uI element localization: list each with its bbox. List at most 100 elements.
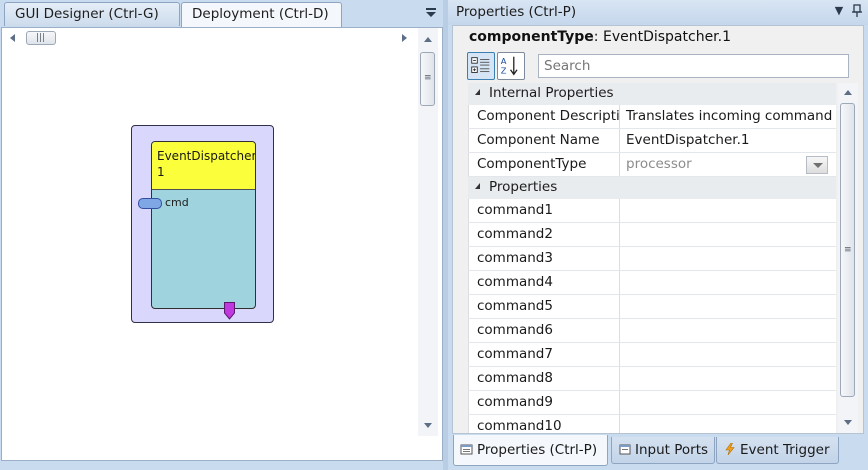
component-title: EventDispatcher. 1 <box>152 142 255 190</box>
scroll-left-arrow-icon[interactable] <box>10 34 15 42</box>
property-name: command7 <box>468 343 620 366</box>
scroll-thumb[interactable]: ≡ <box>420 52 435 106</box>
property-row[interactable]: ComponentType processor <box>468 153 836 177</box>
dropdown-menu-icon[interactable]: ▼ <box>832 4 846 18</box>
property-value[interactable]: EventDispatcher.1 <box>621 129 836 152</box>
property-name: Component Name <box>468 129 620 152</box>
property-name: command9 <box>468 391 620 414</box>
grip-icon: ≡ <box>844 245 852 255</box>
property-row[interactable]: Component Name EventDispatcher.1 <box>468 129 836 153</box>
property-value[interactable]: Translates incoming command <box>621 105 836 128</box>
property-row[interactable]: command7 <box>468 343 836 367</box>
input-port-cmd[interactable] <box>138 198 162 209</box>
property-value[interactable] <box>621 319 836 342</box>
property-row[interactable]: Component Descriptic Translates incoming… <box>468 105 836 129</box>
property-value[interactable] <box>621 367 836 390</box>
property-name: command10 <box>468 415 620 433</box>
tab-label: Properties (Ctrl-P) <box>477 442 598 458</box>
property-grid-vertical-scrollbar[interactable]: ≡ <box>838 83 858 433</box>
tab-input-ports[interactable]: Input Ports <box>611 437 715 464</box>
property-search-input[interactable] <box>538 54 849 78</box>
input-port-label: cmd <box>165 196 189 209</box>
property-value[interactable] <box>621 223 836 246</box>
property-value[interactable] <box>621 199 836 222</box>
property-row[interactable]: command5 <box>468 295 836 319</box>
bottom-tabbar: Properties (Ctrl-P) Input Ports Event Tr… <box>448 435 868 470</box>
property-name: command5 <box>468 295 620 318</box>
property-grid-container: componentType: EventDispatcher.1 A Z Sea… <box>452 25 864 434</box>
tab-gui-designer[interactable]: GUI Designer (Ctrl-G) <box>4 2 180 26</box>
categorized-view-icon <box>471 57 490 73</box>
chevron-down-icon[interactable] <box>806 156 828 174</box>
component-event-dispatcher[interactable]: EventDispatcher. 1 cmd <box>131 125 274 323</box>
pin-icon[interactable] <box>850 4 864 18</box>
scroll-up-arrow-icon[interactable] <box>424 37 432 42</box>
scroll-right-arrow-icon[interactable] <box>402 34 407 42</box>
scroll-up-arrow-icon[interactable] <box>844 90 852 95</box>
property-row[interactable]: command2 <box>468 223 836 247</box>
properties-header-title: Properties (Ctrl-P) <box>456 4 577 20</box>
tab-properties[interactable]: Properties (Ctrl-P) <box>453 435 608 466</box>
scroll-down-arrow-icon[interactable] <box>424 423 432 428</box>
scroll-thumb[interactable]: ||| <box>26 31 56 45</box>
properties-pane: Properties (Ctrl-P) ▼ componentType: Eve… <box>448 0 868 470</box>
category-label: Properties <box>489 179 558 195</box>
svg-text:Z: Z <box>501 65 507 75</box>
property-name: Component Descriptic <box>468 105 620 128</box>
property-row[interactable]: command3 <box>468 247 836 271</box>
collapse-triangle-icon[interactable] <box>472 183 480 189</box>
grip-icon: ||| <box>36 33 46 43</box>
collapse-triangle-icon[interactable] <box>472 89 480 95</box>
canvas-vertical-scrollbar[interactable]: ≡ <box>418 28 438 436</box>
property-row[interactable]: command6 <box>468 319 836 343</box>
output-port-icon[interactable] <box>224 302 235 320</box>
input-ports-icon <box>619 444 631 455</box>
property-name: command6 <box>468 319 620 342</box>
property-name: command8 <box>468 367 620 390</box>
component-type-value: EventDispatcher.1 <box>602 29 732 45</box>
tab-label: Input Ports <box>635 442 709 458</box>
component-body[interactable]: EventDispatcher. 1 <box>151 141 256 309</box>
category-label: Internal Properties <box>489 85 614 101</box>
property-name: command3 <box>468 247 620 270</box>
property-value[interactable] <box>621 415 836 433</box>
component-type-label: componentType <box>469 29 594 45</box>
deployment-pane: GUI Designer (Ctrl-G) Deployment (Ctrl-D… <box>0 0 446 470</box>
property-name: ComponentType <box>468 153 620 176</box>
property-value[interactable] <box>621 343 836 366</box>
properties-icon <box>460 444 473 455</box>
property-grid-toolbar: A Z <box>467 52 527 80</box>
property-row[interactable]: command10 <box>468 415 836 433</box>
category-internal-properties[interactable]: Internal Properties <box>468 83 836 105</box>
grip-icon: ≡ <box>424 73 432 83</box>
tab-label: Event Trigger <box>740 442 830 458</box>
component-type-line: componentType: EventDispatcher.1 <box>469 29 732 45</box>
sort-alphabetical-button[interactable]: A Z <box>497 52 525 80</box>
property-value[interactable] <box>621 271 836 294</box>
component-type-select[interactable]: processor <box>621 153 836 176</box>
sort-alphabetical-icon: A Z <box>501 56 518 76</box>
deployment-canvas-frame: EventDispatcher. 1 cmd ≡ ||| <box>1 27 443 461</box>
property-name: command1 <box>468 199 620 222</box>
document-tabbar: GUI Designer (Ctrl-G) Deployment (Ctrl-D… <box>0 0 446 27</box>
property-grid: Internal Properties Component Descriptic… <box>468 83 836 433</box>
property-row[interactable]: command8 <box>468 367 836 391</box>
scroll-thumb[interactable]: ≡ <box>840 103 855 397</box>
property-value[interactable] <box>621 391 836 414</box>
deployment-canvas[interactable]: EventDispatcher. 1 cmd <box>2 28 418 436</box>
property-row[interactable]: command1 <box>468 199 836 223</box>
categorized-view-button[interactable] <box>467 52 495 80</box>
property-name: command2 <box>468 223 620 246</box>
property-value[interactable] <box>621 247 836 270</box>
lightning-icon <box>725 443 735 455</box>
property-value[interactable] <box>621 295 836 318</box>
scroll-down-arrow-icon[interactable] <box>844 420 852 425</box>
category-properties[interactable]: Properties <box>468 177 836 199</box>
property-row[interactable]: command4 <box>468 271 836 295</box>
property-name: command4 <box>468 271 620 294</box>
property-row[interactable]: command9 <box>468 391 836 415</box>
tab-event-trigger[interactable]: Event Trigger <box>716 437 839 464</box>
tab-deployment[interactable]: Deployment (Ctrl-D) <box>181 2 342 27</box>
properties-header: Properties (Ctrl-P) ▼ <box>448 0 868 25</box>
dropdown-menu-icon[interactable] <box>424 6 438 20</box>
